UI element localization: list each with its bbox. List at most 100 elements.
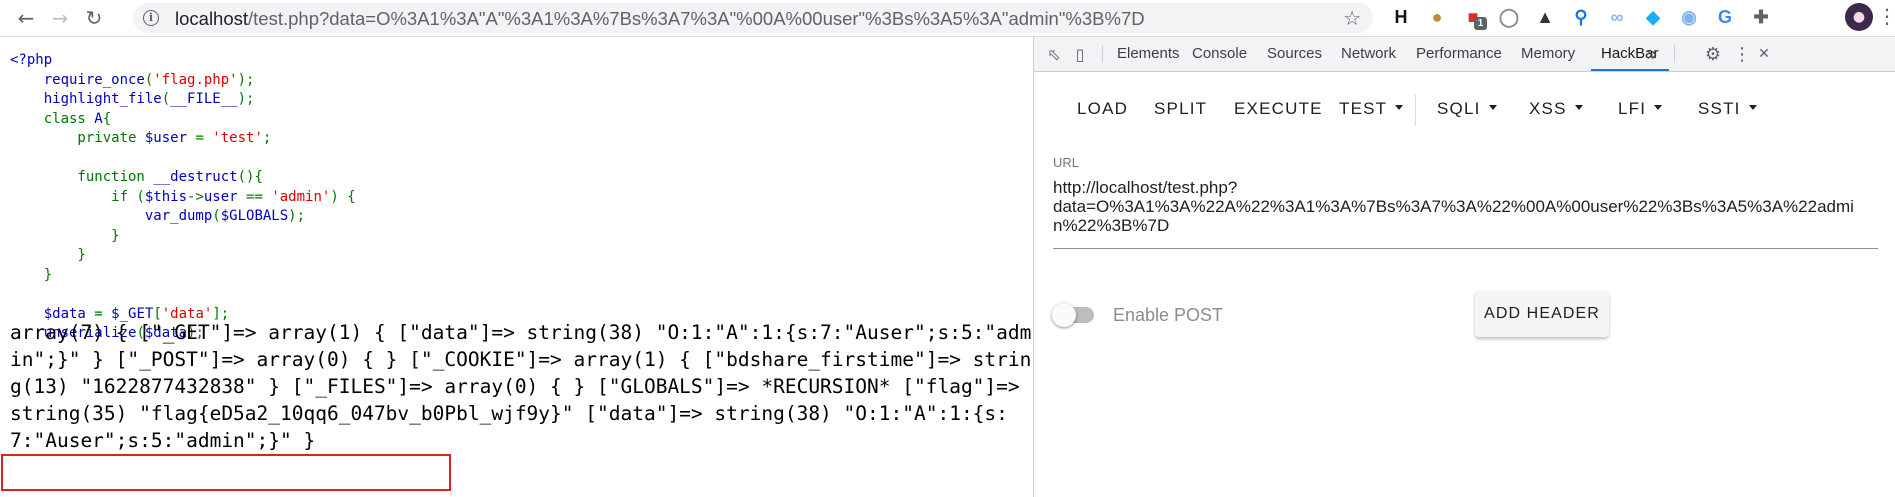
caret-down-icon [1488,105,1497,111]
hackbar-ssti-button[interactable]: SSTI [1698,89,1757,129]
hackbar-execute-button[interactable]: EXECUTE [1234,89,1323,129]
tab-console[interactable]: Console [1192,37,1247,71]
h-extension-icon[interactable]: H [1390,6,1412,28]
add-header-button[interactable]: ADD HEADER [1475,291,1609,337]
code-line: class A{ [10,110,356,130]
tab-sources[interactable]: Sources [1267,37,1322,71]
code-token: <?php [10,52,53,68]
url-value: http://localhost/test.php? data=O%3A1%3A… [1053,178,1854,235]
code-token: A [94,110,103,127]
code-token: if ( [10,188,145,205]
hackbar-split-button[interactable]: SPLIT [1154,89,1207,129]
code-line: if ($this->user == 'admin') { [10,188,356,208]
flag-highlight-box [1,454,451,491]
code-token: ); [288,208,306,224]
page-content: <?php require_once('flag.php'); highligh… [0,37,1033,497]
settings-gear-icon[interactable]: ⚙ [1703,44,1723,65]
reload-icon[interactable]: ↻ [80,4,108,32]
code-line: } [10,246,356,266]
hackbar-button-label: SQLI [1437,99,1481,118]
code-token: highlight_file [10,91,162,107]
forward-arrow-icon[interactable]: → [46,4,74,32]
caret-down-icon [1654,105,1663,111]
browser-toolbar: ← → ↻ i localhost/test.php?data=O%3A1%3A… [0,0,1895,37]
puzzle-extension-icon[interactable]: ✚ [1750,6,1772,28]
code-token: (){ [237,169,263,185]
code-token: private [10,130,145,146]
diamond-extension-icon[interactable]: ◆ [1642,6,1664,28]
hackbar-button-label: TEST [1339,99,1388,118]
code-token: require_once [10,71,145,88]
tab-network[interactable]: Network [1341,37,1396,71]
tab-divider [1102,45,1103,63]
address-bar-url[interactable]: localhost/test.php?data=O%3A1%3A"A"%3A1%… [175,8,1145,30]
address-bar[interactable]: i localhost/test.php?data=O%3A1%3A"A"%3A… [133,3,1373,33]
tab-memory[interactable]: Memory [1521,37,1575,71]
code-token: $GLOBALS [220,208,289,224]
hackbar-toolbar: LOAD SPLIT EXECUTE TEST SQLI XSS LFI SSTI [1034,89,1895,129]
caret-down-icon [1574,105,1583,111]
hackbar-sqli-button[interactable]: SQLI [1437,89,1497,129]
back-arrow-icon[interactable]: ← [12,4,40,32]
code-token: __FILE__ [170,91,238,107]
code-line: var_dump($GLOBALS); [10,207,356,227]
link-extension-icon[interactable]: ∞ [1606,6,1628,28]
php-source-code: <?php require_once('flag.php'); highligh… [10,51,356,344]
caret-down-icon [1748,105,1757,111]
enable-post-label: Enable POST [1113,305,1224,325]
close-devtools-icon[interactable]: ✕ [1754,44,1774,64]
code-token: } [10,266,53,283]
code-token: 'test' [212,130,263,146]
code-line: function __destruct(){ [10,168,356,188]
hackbar-button-label: SSTI [1698,99,1741,118]
var-dump-output: array(7) { ["_GET"]=> array(1) { ["data"… [10,321,1032,452]
hackbar-button-label: SPLIT [1154,99,1208,118]
caret-down-icon [1395,105,1404,111]
device-toolbar-icon[interactable]: ▯ [1070,44,1090,64]
tab-elements[interactable]: Elements [1117,37,1180,71]
hat-extension-icon[interactable]: ▲ [1534,6,1556,28]
pin-extension-icon[interactable]: ⚲ [1570,6,1592,28]
code-line: } [10,227,356,247]
hackbar-button-label: LOAD [1077,99,1129,118]
enable-post-toggle[interactable] [1052,303,1094,327]
hackbar-lfi-button[interactable]: LFI [1618,89,1663,129]
hackbar-test-button[interactable]: TEST [1339,89,1404,129]
code-line: } [10,266,356,286]
code-token: ); [237,91,255,107]
inspect-element-icon[interactable]: ⬁ [1044,44,1064,64]
tab-divider [1674,45,1675,63]
more-tabs-icon[interactable]: » [1647,37,1657,71]
hackbar-load-button[interactable]: LOAD [1077,89,1128,129]
url-textarea[interactable]: http://localhost/test.php? data=O%3A1%3A… [1053,178,1878,249]
kebab-menu-icon[interactable]: ⋮ [1732,44,1752,65]
cookie-extension-icon[interactable]: ● [1426,6,1448,28]
code-token: $this [144,188,188,205]
code-token: ( [161,91,171,107]
red-extension-icon[interactable]: ■ 1 [1462,6,1487,30]
gray-circle-extension-icon[interactable]: ◯ [1498,6,1520,28]
hackbar-xss-button[interactable]: XSS [1529,89,1583,129]
url-host: localhost [175,8,249,29]
tab-performance[interactable]: Performance [1416,37,1502,71]
code-token: -> [187,188,204,205]
hackbar-button-label: EXECUTE [1234,99,1323,118]
translate-extension-icon[interactable]: G [1714,6,1736,28]
info-icon[interactable]: i [143,10,159,26]
code-token: $user [144,130,196,146]
code-token: class [10,110,95,127]
toolbar-divider [1415,94,1416,126]
code-token: ; [262,130,272,146]
code-token: } [10,247,86,263]
devtools-tab-bar: ⬁ ▯ Elements Console Sources Network Perform… [1034,37,1895,72]
eye-extension-icon[interactable]: ◉ [1678,6,1700,28]
bookmark-star-icon[interactable]: ☆ [1343,6,1361,30]
code-token: user [203,188,247,205]
code-line: private $user = 'test'; [10,129,356,149]
toggle-knob [1052,303,1076,327]
code-token: function [10,169,154,185]
browser-menu-icon[interactable]: ⋮ [1877,6,1895,26]
profile-avatar[interactable]: ● [1845,3,1873,31]
hackbar-button-label: LFI [1618,99,1647,118]
